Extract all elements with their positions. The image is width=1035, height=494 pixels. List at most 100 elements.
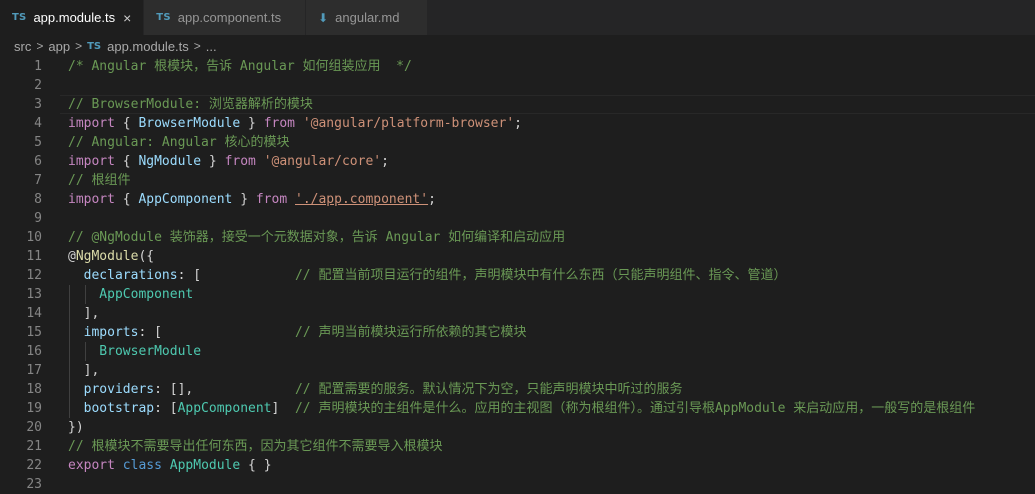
- code-token: : [: [154, 401, 178, 416]
- code-line[interactable]: 16 BrowserModule: [0, 342, 1035, 361]
- code-line[interactable]: 1 /* Angular 根模块，告诉 Angular 如何组装应用 */: [0, 57, 1035, 76]
- code-token: /* Angular 根模块，告诉 Angular 如何组装应用 */: [68, 59, 412, 74]
- code-token: NgModule: [138, 154, 202, 169]
- tab-app-component[interactable]: TS app.component.ts: [144, 0, 307, 35]
- code-token: import: [68, 154, 115, 169]
- code-token: @: [68, 249, 76, 264]
- breadcrumb-item-symbols[interactable]: ...: [206, 39, 217, 54]
- code-text: AppComponent: [68, 285, 193, 304]
- code-token: ;: [514, 116, 522, 131]
- line-number: 8: [34, 192, 42, 207]
- code-token: {: [114, 192, 139, 207]
- line-number: 4: [34, 116, 42, 131]
- code-line[interactable]: 9: [0, 209, 1035, 228]
- code-token: from: [255, 192, 288, 207]
- line-number: 23: [26, 477, 42, 492]
- code-line[interactable]: 11 @NgModule({: [0, 247, 1035, 266]
- breadcrumb-item-file[interactable]: app.module.ts: [107, 39, 189, 54]
- code-line[interactable]: 22 export class AppModule { }: [0, 456, 1035, 475]
- code-text: export class AppModule { }: [68, 456, 272, 475]
- code-editor[interactable]: 1/* Angular 根模块，告诉 Angular 如何组装应用 */2 3//…: [0, 57, 1035, 494]
- line-number: 21: [26, 439, 42, 454]
- code-line[interactable]: 2: [0, 76, 1035, 95]
- code-line[interactable]: 6 import { NgModule } from '@angular/core…: [0, 152, 1035, 171]
- line-number: 20: [26, 420, 42, 435]
- code-line[interactable]: 14 ],: [0, 304, 1035, 323]
- code-token: AppModule: [169, 458, 241, 473]
- tab-angular-md[interactable]: ⬇ angular.md: [306, 0, 429, 35]
- code-line[interactable]: 21 // 根模块不需要导出任何东西，因为其它组件不需要导入根模块: [0, 437, 1035, 456]
- code-token: declarations: [68, 268, 178, 283]
- line-number: 2: [34, 78, 42, 93]
- code-line[interactable]: 13 AppComponent: [0, 285, 1035, 304]
- code-text: ],: [68, 361, 100, 380]
- code-token: from: [263, 116, 295, 131]
- code-token: ;: [381, 154, 389, 169]
- line-number: 7: [34, 173, 42, 188]
- code-token: from: [224, 154, 256, 169]
- code-line[interactable]: 18 providers: [], // 配置需要的服务。默认情况下为空，只能声…: [0, 380, 1035, 399]
- code-token: {: [114, 116, 139, 131]
- code-token: AppComponent: [177, 401, 272, 416]
- code-token: ],: [68, 363, 100, 378]
- code-text: import { NgModule } from '@angular/core'…: [68, 152, 389, 171]
- line-number: 22: [26, 458, 42, 473]
- code-token: : [],: [154, 382, 295, 397]
- code-text: BrowserModule: [68, 342, 201, 361]
- close-icon[interactable]: ×: [123, 10, 131, 26]
- code-token: imports: [68, 325, 139, 340]
- code-text: // @NgModule 装饰器，接受一个元数据对象，告诉 Angular 如何…: [68, 228, 565, 247]
- code-text: // 根模块不需要导出任何东西，因为其它组件不需要导入根模块: [68, 437, 442, 456]
- code-token: AppComponent: [68, 287, 194, 302]
- breadcrumb: src > app > TS app.module.ts > ...: [0, 35, 1035, 57]
- code-token: import: [68, 192, 115, 207]
- line-number: 1: [34, 59, 42, 74]
- breadcrumb-item-src[interactable]: src: [14, 39, 31, 54]
- line-number: 6: [34, 154, 42, 169]
- code-token: }: [201, 154, 225, 169]
- line-number: 11: [26, 249, 42, 264]
- code-text: declarations: [ // 配置当前项目运行的组件，声明模块中有什么东…: [68, 266, 787, 285]
- code-token: // 配置当前项目运行的组件，声明模块中有什么东西（只能声明组件、指令、管道）: [294, 268, 787, 283]
- code-text: providers: [], // 配置需要的服务。默认情况下为空，只能声明模块…: [68, 380, 683, 399]
- code-line[interactable]: 3 // BrowserModule: 浏览器解析的模块: [0, 95, 1035, 114]
- chevron-right-icon: >: [193, 39, 201, 53]
- code-token: : [: [177, 268, 295, 283]
- code-token: {: [114, 154, 139, 169]
- code-token: './app.component': [295, 192, 429, 207]
- code-line[interactable]: 8 import { AppComponent } from './app.com…: [0, 190, 1035, 209]
- code-token: ]: [271, 401, 295, 416]
- code-line[interactable]: 23: [0, 475, 1035, 494]
- typescript-file-icon: TS: [87, 40, 102, 52]
- code-text: // Angular: Angular 核心的模块: [68, 133, 290, 152]
- code-line[interactable]: 17 ],: [0, 361, 1035, 380]
- code-line[interactable]: 12 declarations: [ // 配置当前项目运行的组件，声明模块中有…: [0, 266, 1035, 285]
- code-token: BrowserModule: [68, 344, 202, 359]
- code-token: // 声明当前模块运行所依赖的其它模块: [295, 325, 527, 340]
- breadcrumb-item-app[interactable]: app: [48, 39, 70, 54]
- line-number: 10: [26, 230, 42, 245]
- code-line[interactable]: 4 import { BrowserModule } from '@angular…: [0, 114, 1035, 133]
- chevron-right-icon: >: [75, 39, 83, 53]
- code-line[interactable]: 19 bootstrap: [AppComponent] // 声明模块的主组件…: [0, 399, 1035, 418]
- line-number: 13: [26, 287, 42, 302]
- line-number: 16: [26, 344, 42, 359]
- line-number: 19: [26, 401, 42, 416]
- code-line[interactable]: 20}): [0, 418, 1035, 437]
- tab-app-module[interactable]: TS app.module.ts ×: [0, 0, 145, 35]
- code-token: class: [122, 458, 162, 473]
- code-line[interactable]: 7 // 根组件: [0, 171, 1035, 190]
- line-number: 9: [34, 211, 42, 226]
- code-line[interactable]: 15 imports: [ // 声明当前模块运行所依赖的其它模块: [0, 323, 1035, 342]
- editor-tab-bar: TS app.module.ts × TS app.component.ts ⬇…: [0, 0, 1035, 35]
- code-token: // 根组件: [68, 173, 131, 188]
- code-text: // BrowserModule: 浏览器解析的模块: [68, 95, 313, 114]
- code-line[interactable]: 5 // Angular: Angular 核心的模块: [0, 133, 1035, 152]
- code-line[interactable]: 10 // @NgModule 装饰器，接受一个元数据对象，告诉 Angular …: [0, 228, 1035, 247]
- markdown-download-icon: ⬇: [318, 10, 329, 25]
- code-token: { }: [240, 458, 272, 473]
- code-text: /* Angular 根模块，告诉 Angular 如何组装应用 */: [68, 57, 412, 76]
